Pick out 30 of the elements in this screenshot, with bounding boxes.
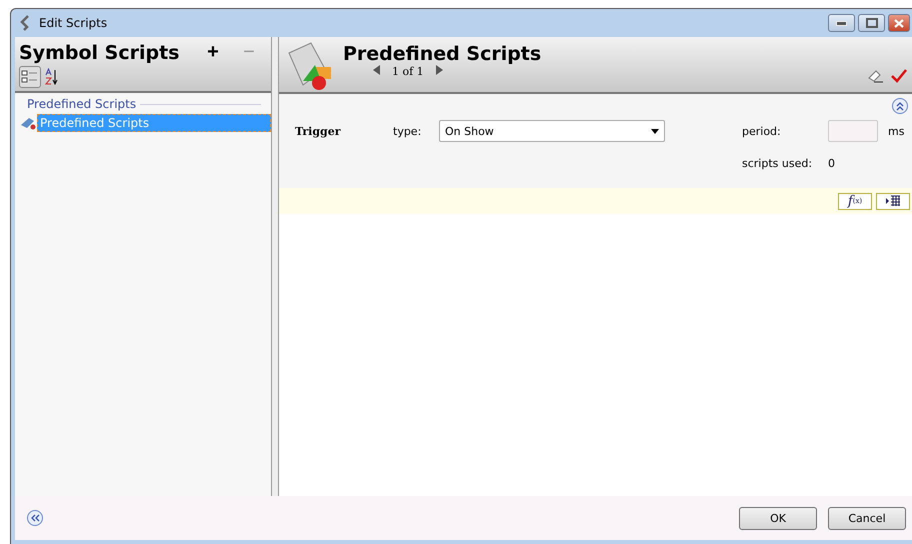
maximize-button[interactable] bbox=[858, 14, 885, 32]
scripts-used-label: scripts used: bbox=[742, 156, 814, 170]
panel-title: Predefined Scripts bbox=[343, 43, 542, 65]
double-chevron-left-icon bbox=[30, 514, 40, 522]
trigger-label: Trigger bbox=[295, 125, 342, 138]
script-icon bbox=[19, 116, 37, 130]
unit-label: ms bbox=[888, 124, 904, 138]
next-button[interactable] bbox=[436, 65, 443, 78]
table-button[interactable] bbox=[876, 192, 910, 210]
type-dropdown[interactable]: On Show bbox=[439, 120, 665, 142]
table-icon bbox=[885, 195, 901, 207]
previous-button[interactable] bbox=[373, 65, 380, 78]
caret-icon bbox=[651, 128, 659, 134]
expand-button[interactable] bbox=[27, 510, 43, 526]
page-indicator: 1 of 1 bbox=[392, 65, 424, 78]
type-label: type: bbox=[393, 125, 422, 138]
period-label: period: bbox=[742, 124, 782, 138]
window-title: Edit Scripts bbox=[39, 16, 108, 30]
close-button[interactable] bbox=[888, 14, 910, 32]
group-header: Predefined Scripts bbox=[27, 97, 136, 111]
dialog-button[interactable]: OK bbox=[739, 506, 817, 530]
scripts-used-value: 0 bbox=[828, 156, 835, 170]
dialog-button[interactable]: Cancel bbox=[828, 506, 906, 530]
close-icon bbox=[894, 18, 904, 28]
add-button[interactable]: + bbox=[195, 41, 231, 64]
categorized-view-button[interactable] bbox=[19, 66, 41, 88]
double-chevron-up-icon bbox=[896, 102, 904, 110]
minimize-button[interactable] bbox=[828, 14, 855, 32]
collapse-button[interactable] bbox=[892, 98, 908, 114]
panel-title: Symbol Scripts bbox=[19, 42, 180, 64]
